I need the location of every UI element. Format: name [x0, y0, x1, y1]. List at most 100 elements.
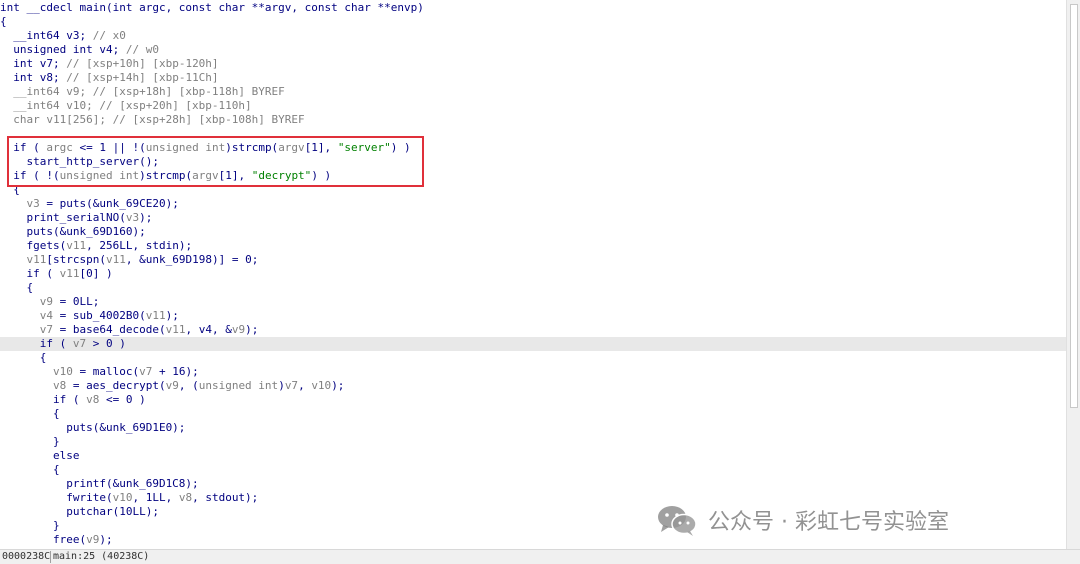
code-token: = aes_decrypt(: [66, 379, 166, 392]
code-line[interactable]: __int64 v3; // x0: [0, 29, 1066, 43]
code-token: v8: [178, 491, 193, 504]
code-token: = malloc(: [72, 365, 140, 378]
code-token: );: [165, 309, 179, 322]
code-token: fgets(: [0, 239, 67, 252]
code-line[interactable]: {: [0, 281, 1066, 295]
code-line[interactable]: v10 = malloc(v7 + 16);: [0, 365, 1066, 379]
code-line[interactable]: {: [0, 351, 1066, 365]
code-token: int __cdecl main(int argc, const char **…: [0, 1, 424, 14]
code-token: ): [278, 379, 285, 392]
code-line[interactable]: v4 = sub_4002B0(v11);: [0, 309, 1066, 323]
code-token: // [xsp+10h] [xbp-120h]: [66, 57, 219, 70]
code-token: // [xsp+18h] [xbp-118h] BYREF: [92, 85, 285, 98]
code-line[interactable]: {: [0, 407, 1066, 421]
highlight-box: [7, 136, 424, 187]
code-line[interactable]: int __cdecl main(int argc, const char **…: [0, 1, 1066, 15]
code-token: = puts(&unk_69CE20);: [39, 197, 179, 210]
code-token: > 0 ): [86, 337, 126, 350]
pseudocode-view[interactable]: int __cdecl main(int argc, const char **…: [0, 0, 1066, 549]
code-token: puts(&unk_69D160);: [0, 225, 146, 238]
code-token: <= 0 ): [99, 393, 146, 406]
code-line[interactable]: v7 = base64_decode(v11, v4, &v9);: [0, 323, 1066, 337]
code-token: {: [0, 463, 60, 476]
code-line[interactable]: if ( v7 > 0 ): [0, 337, 1066, 351]
code-token: v10: [52, 365, 73, 378]
code-line[interactable]: {: [0, 15, 1066, 29]
code-line[interactable]: if ( v8 <= 0 ): [0, 393, 1066, 407]
code-line[interactable]: int v8; // [xsp+14h] [xbp-11Ch]: [0, 71, 1066, 85]
code-line[interactable]: puts(&unk_69D1E0);: [0, 421, 1066, 435]
code-token: // x0: [92, 29, 126, 42]
wechat-icon: [658, 506, 697, 536]
code-token: putchar(10LL);: [0, 505, 159, 518]
code-token: if (: [0, 337, 73, 350]
code-token: }: [0, 435, 60, 448]
code-line[interactable]: v9 = 0LL;: [0, 295, 1066, 309]
code-token: [strcspn(: [46, 253, 106, 266]
code-token: char v11[256];: [0, 113, 113, 126]
code-token: print_serialNO(: [0, 211, 126, 224]
watermark-text: 公众号 · 彩虹七号实验室: [708, 510, 949, 535]
code-token: v11: [26, 253, 47, 266]
status-address: 0000238C: [2, 551, 51, 562]
code-token: if (: [0, 393, 87, 406]
code-token: v7: [284, 379, 299, 392]
code-token: v11: [105, 253, 126, 266]
code-token: v10: [311, 379, 332, 392]
code-token: puts(&unk_69D1E0);: [0, 421, 186, 434]
vertical-scrollbar[interactable]: [1066, 0, 1080, 549]
code-token: {: [0, 281, 34, 294]
code-token: unsigned int: [198, 379, 279, 392]
code-line[interactable]: if ( v11[0] ): [0, 267, 1066, 281]
code-line[interactable]: puts(&unk_69D160);: [0, 225, 1066, 239]
code-line[interactable]: __int64 v9; // [xsp+18h] [xbp-118h] BYRE…: [0, 85, 1066, 99]
code-line[interactable]: else: [0, 449, 1066, 463]
scrollbar-thumb[interactable]: [1070, 4, 1078, 408]
code-line[interactable]: unsigned int v4; // w0: [0, 43, 1066, 57]
code-token: v4: [39, 309, 53, 322]
status-separator: [50, 551, 51, 563]
code-token: , 256LL, stdin);: [86, 239, 193, 252]
code-token: v7: [39, 323, 53, 336]
watermark: 公众号 · 彩虹七号实验室: [656, 500, 949, 540]
code-token: {: [0, 407, 60, 420]
code-token: v10: [112, 491, 133, 504]
code-line[interactable]: {: [0, 463, 1066, 477]
code-line[interactable]: v8 = aes_decrypt(v9, (unsigned int)v7, v…: [0, 379, 1066, 393]
code-line[interactable]: v11[strcspn(v11, &unk_69D198)] = 0;: [0, 253, 1066, 267]
code-line[interactable]: __int64 v10; // [xsp+20h] [xbp-110h]: [0, 99, 1066, 113]
code-token: v9: [86, 533, 100, 546]
code-line[interactable]: fgets(v11, 256LL, stdin);: [0, 239, 1066, 253]
code-token: [0] ): [79, 267, 113, 280]
code-token: v3: [125, 211, 140, 224]
code-token: , 1LL,: [132, 491, 179, 504]
code-token: , stdout);: [192, 491, 259, 504]
code-token: = 0LL;: [53, 295, 100, 308]
code-token: __int64 v3;: [0, 29, 93, 42]
code-token: v8: [52, 379, 67, 392]
code-token: v9: [39, 295, 53, 308]
code-line[interactable]: printf(&unk_69D1C8);: [0, 477, 1066, 491]
code-line[interactable]: int v7; // [xsp+10h] [xbp-120h]: [0, 57, 1066, 71]
code-token: v3: [26, 197, 40, 210]
code-token: free(: [0, 533, 87, 546]
code-token: v11: [145, 309, 166, 322]
code-token: fwrite(: [0, 491, 113, 504]
code-token: int v7;: [0, 57, 67, 70]
code-token: printf(&unk_69D1C8);: [0, 477, 199, 490]
code-token: unsigned int v4;: [0, 43, 126, 56]
status-bar: 0000238C main:25 (40238C): [0, 549, 1080, 564]
code-token: // [xsp+20h] [xbp-110h]: [99, 99, 252, 112]
code-token: v11: [165, 323, 186, 336]
code-line[interactable]: }: [0, 435, 1066, 449]
code-token: __int64 v10;: [0, 99, 100, 112]
code-line[interactable]: print_serialNO(v3);: [0, 211, 1066, 225]
code-token: // [xsp+14h] [xbp-11Ch]: [66, 71, 219, 84]
code-token: v9: [165, 379, 179, 392]
code-line[interactable]: v3 = puts(&unk_69CE20);: [0, 197, 1066, 211]
code-line[interactable]: char v11[256]; // [xsp+28h] [xbp-108h] B…: [0, 113, 1066, 127]
